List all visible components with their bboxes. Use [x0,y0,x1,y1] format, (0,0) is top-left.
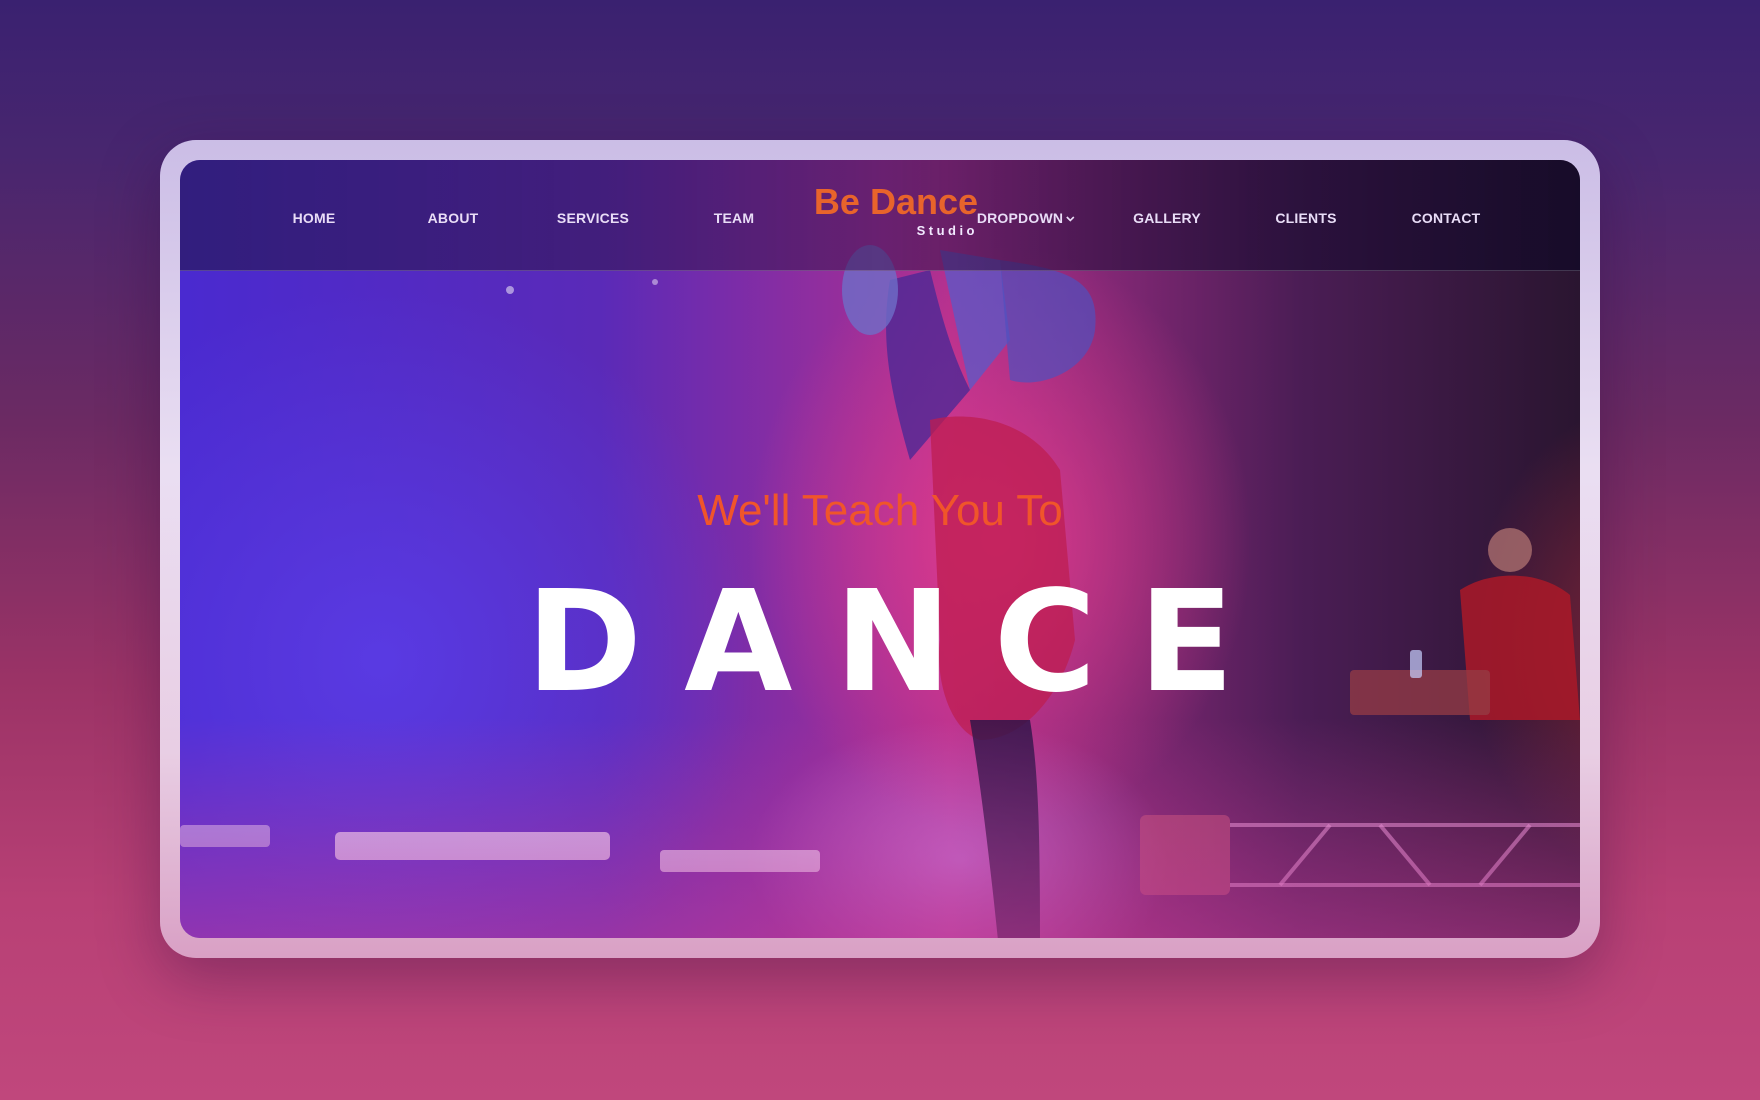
nav-home[interactable]: HOME [293,210,336,226]
nav-dropdown[interactable]: DROPDOWN [977,210,1075,226]
logo-title: Be Dance [813,181,978,222]
browser-frame: HOME ABOUT SERVICES TEAM Be Dance Studio… [160,140,1600,958]
hero-headline: DANCE [525,561,1277,724]
main-navbar: HOME ABOUT SERVICES TEAM Be Dance Studio… [180,160,1580,271]
brand-logo[interactable]: Be Dance Studio [788,182,978,238]
nav-team[interactable]: TEAM [714,210,754,226]
nav-about[interactable]: ABOUT [428,210,479,226]
nav-dropdown-label: DROPDOWN [976,210,1064,226]
nav-gallery[interactable]: GALLERY [1133,210,1201,226]
nav-services[interactable]: SERVICES [557,210,629,226]
hero-section: HOME ABOUT SERVICES TEAM Be Dance Studio… [180,160,1580,938]
nav-contact[interactable]: CONTACT [1412,210,1481,226]
nav-clients[interactable]: CLIENTS [1275,210,1336,226]
logo-subtitle: Studio [916,223,978,238]
chevron-down-icon [1066,216,1075,222]
hero-overlay [180,718,1580,938]
hero-tagline: We'll Teach You To [697,486,1063,535]
